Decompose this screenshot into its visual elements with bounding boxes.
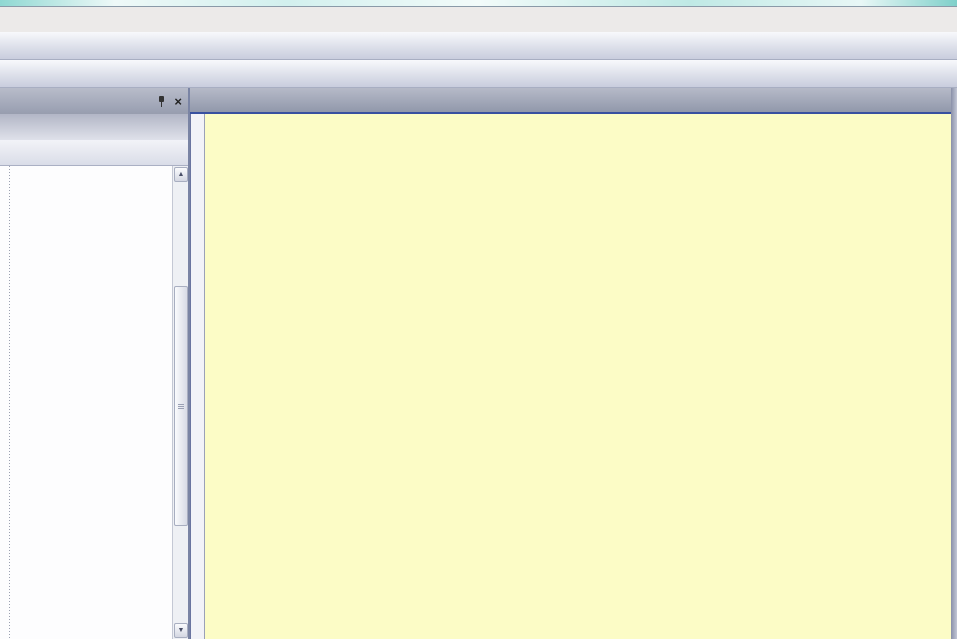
st-code-editor[interactable] [190, 114, 957, 639]
workspace: × ▲ ▼ [0, 88, 957, 639]
panel-toolbar [0, 140, 188, 166]
project-tree-container: ▲ ▼ [0, 166, 188, 639]
menu-bar [0, 7, 957, 32]
scroll-down-button[interactable]: ▼ [174, 623, 188, 638]
panel-caption: × [0, 88, 188, 114]
scroll-up-button[interactable]: ▲ [174, 167, 188, 182]
project-tree[interactable] [0, 166, 172, 639]
scrollbar-thumb[interactable] [174, 286, 188, 526]
close-panel-icon[interactable]: × [174, 95, 182, 108]
panel-header-area [0, 114, 188, 140]
tree-scrollbar[interactable]: ▲ ▼ [172, 166, 188, 639]
code-content [205, 114, 957, 639]
editor-gutter [190, 114, 205, 639]
editor-pane [190, 88, 957, 639]
window-titlebar-sliver [0, 0, 957, 7]
document-tab-bar [190, 88, 957, 114]
toolbar-main [0, 32, 957, 60]
application-window: × ▲ ▼ [0, 0, 957, 639]
project-navigation-panel: × ▲ ▼ [0, 88, 190, 639]
toolbar-secondary [0, 60, 957, 88]
auto-hide-pin-icon[interactable] [156, 95, 166, 108]
window-right-edge [951, 88, 957, 639]
